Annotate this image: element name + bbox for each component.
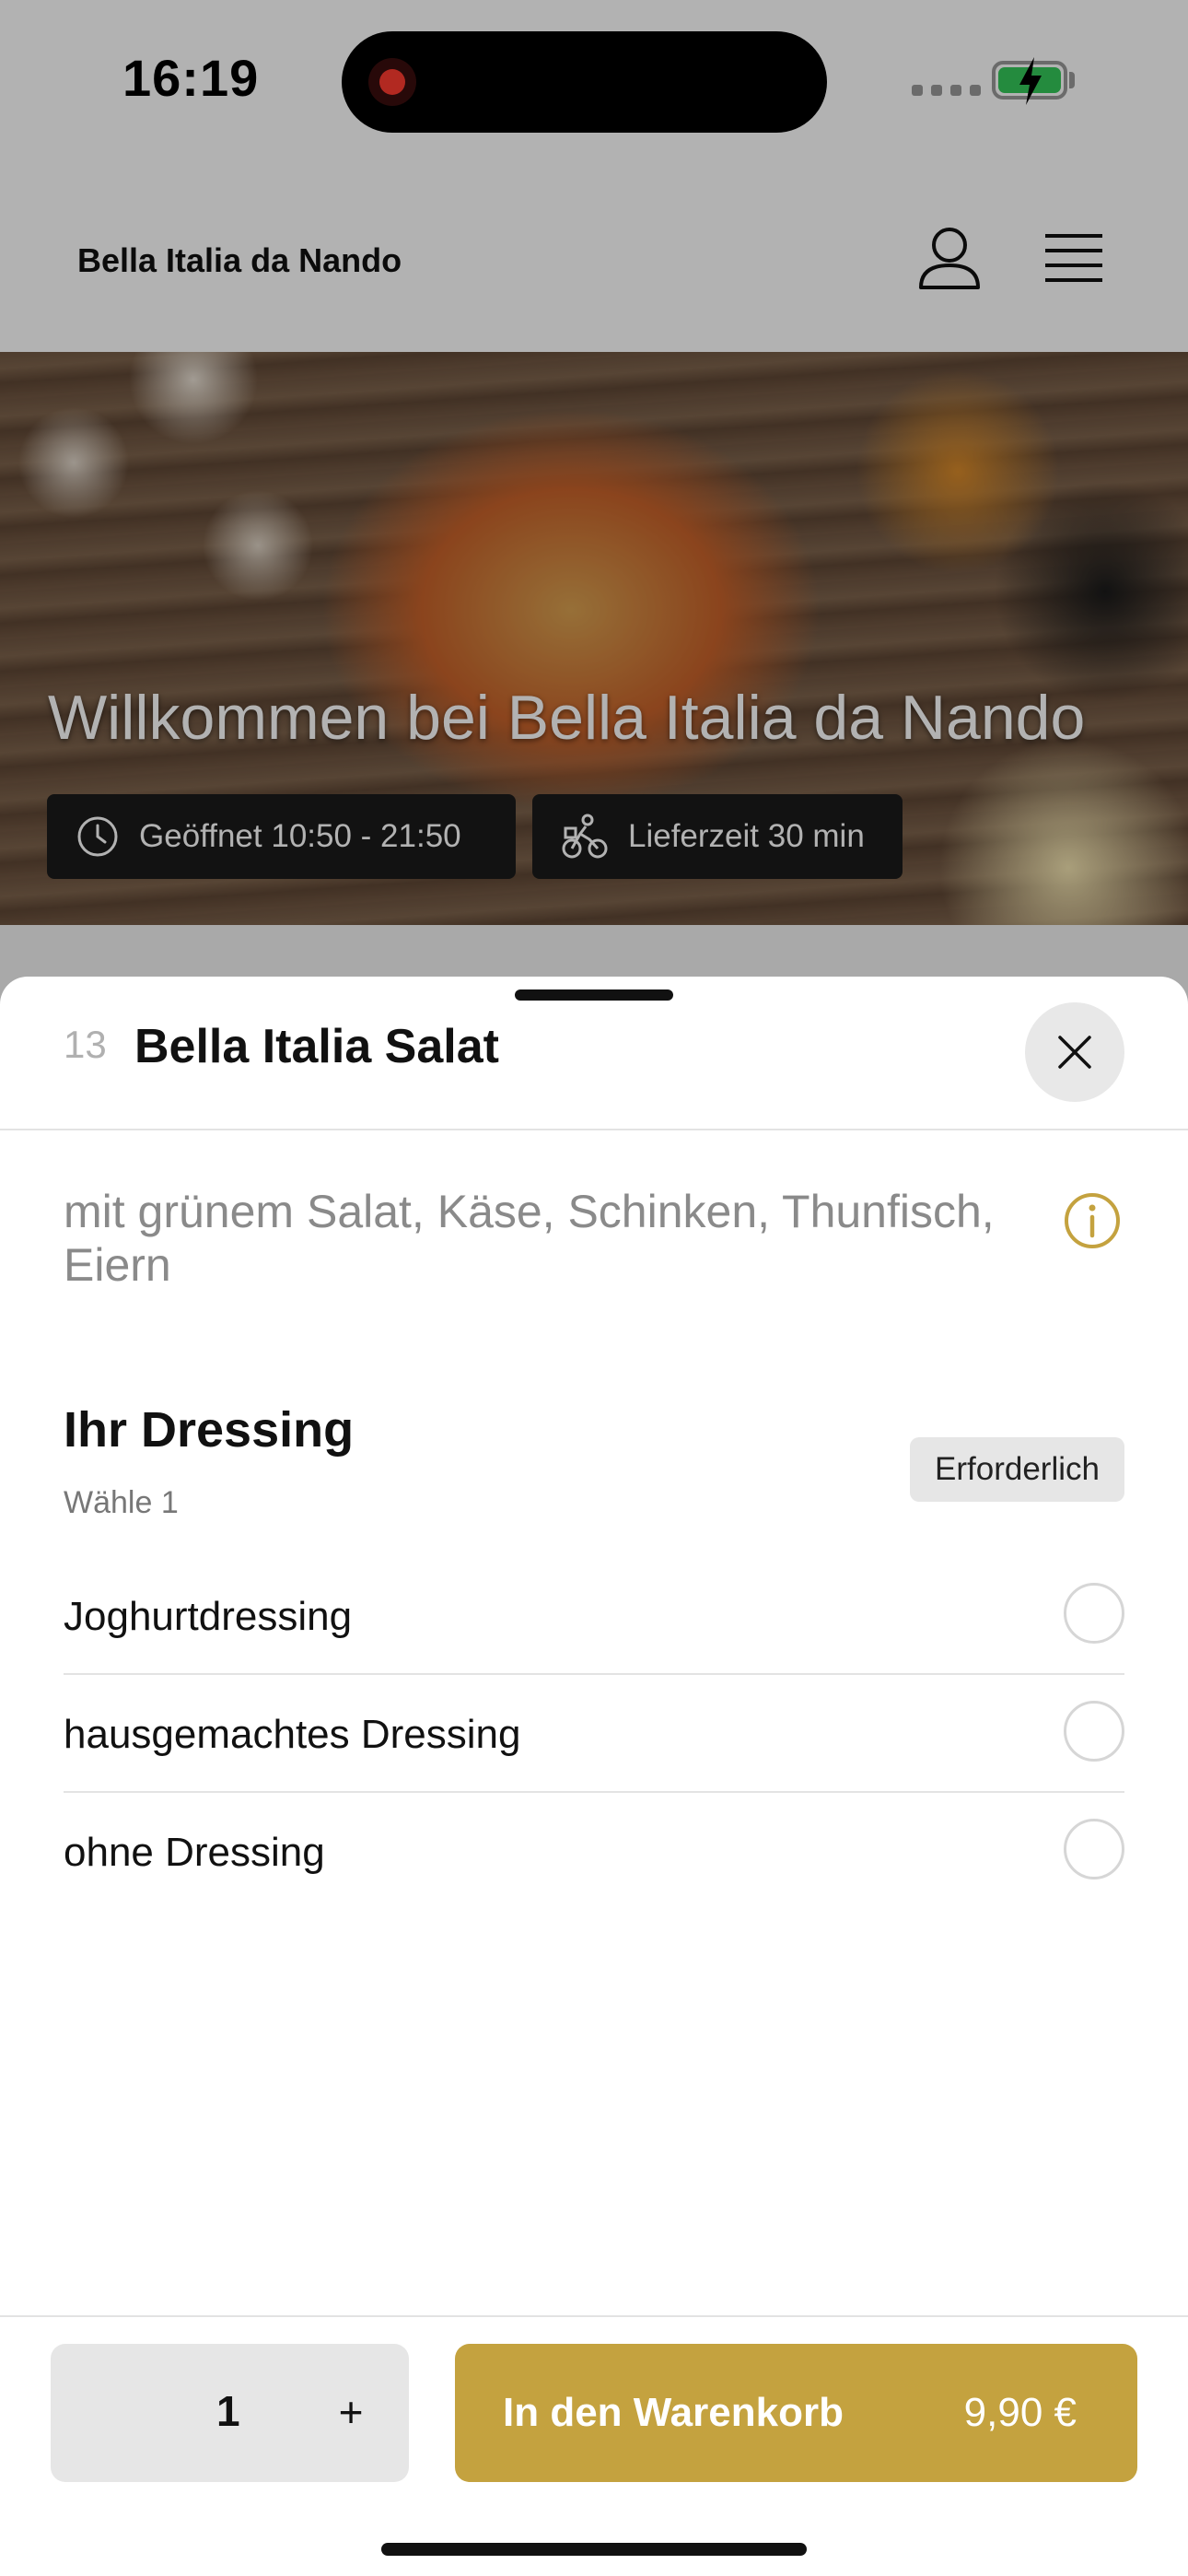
dressing-section-title: Ihr Dressing <box>64 1402 355 1458</box>
dressing-option-ohne[interactable]: ohne Dressing <box>64 1793 1124 1909</box>
quantity-value: 1 <box>216 2387 240 2435</box>
item-detail-sheet: 13 Bella Italia Salat mit grünem Salat, … <box>0 977 1188 2576</box>
sheet-grabber[interactable] <box>515 989 673 1001</box>
home-indicator[interactable] <box>381 2543 807 2556</box>
dressing-option-hausgemacht[interactable]: hausgemachtes Dressing <box>64 1675 1124 1793</box>
close-button[interactable] <box>1025 1002 1124 1102</box>
radio-button[interactable] <box>1064 1583 1124 1644</box>
header-divider <box>0 1129 1188 1130</box>
dressing-option-joghurt[interactable]: Joghurtdressing <box>64 1557 1124 1675</box>
dressing-choice-hint: Wähle 1 <box>64 1485 179 1520</box>
info-icon[interactable] <box>1064 1192 1121 1249</box>
item-description: mit grünem Salat, Käse, Schinken, Thunfi… <box>64 1186 995 1291</box>
required-badge: Erforderlich <box>910 1437 1124 1502</box>
quantity-stepper: 1 + <box>51 2344 409 2482</box>
radio-button[interactable] <box>1064 1819 1124 1879</box>
dressing-option-label: ohne Dressing <box>64 1830 325 1875</box>
dressing-option-label: Joghurtdressing <box>64 1594 353 1639</box>
add-to-cart-label: In den Warenkorb <box>503 2390 844 2435</box>
close-icon <box>1058 1036 1091 1069</box>
item-price: 9,90 € <box>963 2390 1077 2435</box>
footer-divider <box>0 2315 1188 2317</box>
radio-button[interactable] <box>1064 1701 1124 1762</box>
item-number: 13 <box>64 1023 107 1066</box>
increase-quantity-button[interactable]: + <box>318 2379 384 2445</box>
dressing-options-list: Joghurtdressing hausgemachtes Dressing o… <box>64 1557 1124 1909</box>
item-title: Bella Italia Salat <box>134 1020 499 1073</box>
dressing-option-label: hausgemachtes Dressing <box>64 1712 521 1757</box>
add-to-cart-button[interactable]: In den Warenkorb 9,90 € <box>455 2344 1137 2482</box>
